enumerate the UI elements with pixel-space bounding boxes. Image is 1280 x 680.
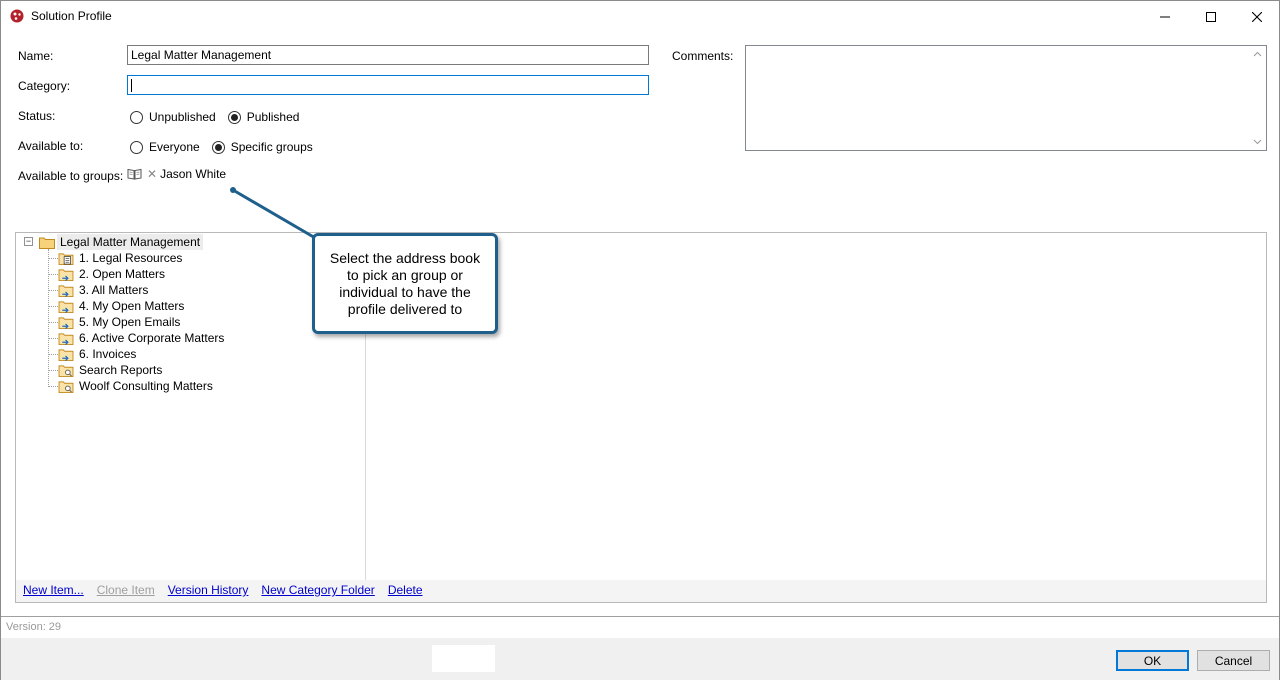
available-radio-group: Everyone Specific groups [130,140,325,154]
published-radio[interactable] [227,110,241,124]
category-label: Category: [18,79,71,93]
remove-group-icon[interactable]: ✕ [147,167,157,181]
status-radio-group: Unpublished Published [130,110,311,124]
tree-item-label: 6. Active Corporate Matters [79,331,225,345]
shortcut-folder-icon [58,300,74,313]
tree-item[interactable]: Woolf Consulting Matters [58,378,216,394]
window-title: Solution Profile [31,9,112,23]
close-button[interactable] [1234,1,1280,32]
footer-divider [1,616,1279,617]
shortcut-folder-icon [58,268,74,281]
specific-groups-radio[interactable] [211,140,225,154]
tree-item[interactable]: 4. My Open Matters [58,298,187,314]
report-folder-icon [58,252,74,265]
tree-item-label: Search Reports [79,363,163,377]
tree-connector [48,386,58,387]
tree-item-label: 2. Open Matters [79,267,166,281]
tree-actions: New Item... Clone Item Version History N… [23,583,436,597]
maximize-button[interactable] [1188,1,1234,32]
comments-textarea[interactable] [745,45,1267,151]
comments-label: Comments: [672,49,734,63]
shortcut-folder-icon [58,284,74,297]
tree-root[interactable]: Legal Matter Management [39,234,204,250]
tree-item-label: 4. My Open Matters [79,299,185,313]
name-label: Name: [18,49,54,63]
tree-item[interactable]: 6. Active Corporate Matters [58,330,227,346]
shortcut-folder-icon [58,348,74,361]
unpublished-radio[interactable] [130,110,143,124]
available-groups-label: Available to groups: [18,169,124,183]
minimize-icon [1160,16,1170,17]
version-history-link[interactable]: Version History [168,583,249,597]
tree-connector [48,290,58,291]
tree-connector [48,322,58,323]
scroll-down-icon[interactable] [1253,137,1262,146]
ok-button[interactable]: OK [1116,650,1189,671]
tree-connector [48,370,58,371]
group-chip: ✕ Jason White [127,167,226,181]
shortcut-folder-icon [58,332,74,345]
scroll-up-icon[interactable] [1253,50,1262,59]
title-bar: Solution Profile [1,1,1279,32]
tree-connector [48,274,58,275]
version-label: Version: 29 [6,621,62,633]
available-to-label: Available to: [18,139,84,153]
search-folder-icon [58,380,74,393]
everyone-radio[interactable] [130,140,143,154]
status-label: Status: [18,109,56,123]
tree-item[interactable]: 5. My Open Emails [58,314,183,330]
status-unpublished-option[interactable]: Unpublished [130,110,216,124]
solution-tree-panel: − Legal Matter Management 1. Legal Resou… [15,232,1267,603]
specific-groups-label: Specific groups [230,140,313,154]
footer-bar [1,638,1279,680]
tree-item[interactable]: 3. All Matters [58,282,151,298]
solution-profile-window: Solution Profile Name: Legal Matter Mana… [0,0,1280,680]
app-logo-icon [10,9,24,23]
folder-icon [39,237,55,249]
tree-item-label: 3. All Matters [79,283,149,297]
tree-item[interactable]: 6. Invoices [58,346,139,362]
delete-link[interactable]: Delete [388,583,423,597]
address-book-icon[interactable] [127,168,142,180]
tree-item-label: Woolf Consulting Matters [79,379,213,393]
close-icon [1252,11,1262,22]
group-name: Jason White [160,167,227,181]
comments-scrollbar[interactable] [1249,46,1266,150]
unpublished-label: Unpublished [149,110,216,124]
cancel-button[interactable]: Cancel [1197,650,1270,671]
text-caret [131,79,132,93]
collapse-icon[interactable]: − [24,237,33,246]
tree-item[interactable]: 1. Legal Resources [58,250,185,266]
name-input[interactable]: Legal Matter Management [127,45,649,65]
maximize-icon [1206,11,1216,22]
callout-text: Select the address book to pick an group… [329,249,481,317]
tree-connector [48,354,58,355]
tree-item[interactable]: Search Reports [58,362,165,378]
tree-connector [48,249,49,385]
clone-item-link: Clone Item [96,583,155,597]
tree-item-label: 6. Invoices [79,347,137,361]
published-label: Published [246,110,300,124]
tree-connector [48,338,58,339]
minimize-button[interactable] [1142,1,1188,32]
search-folder-icon [58,364,74,377]
new-category-folder-link[interactable]: New Category Folder [261,583,374,597]
tree-connector [48,258,58,259]
category-input[interactable] [127,75,649,95]
new-item-link[interactable]: New Item... [23,583,84,597]
tree-item-label: 1. Legal Resources [79,251,183,265]
shortcut-folder-icon [58,316,74,329]
callout-box: Select the address book to pick an group… [312,233,498,334]
available-everyone-option[interactable]: Everyone [130,140,200,154]
tree-root-label: Legal Matter Management [57,234,204,250]
available-specific-option[interactable]: Specific groups [211,140,313,154]
tree-connector [48,306,58,307]
blank-panel [432,645,495,672]
everyone-label: Everyone [149,140,200,154]
tree-item[interactable]: 2. Open Matters [58,266,168,282]
tree-item-label: 5. My Open Emails [79,315,181,329]
status-published-option[interactable]: Published [227,110,300,124]
